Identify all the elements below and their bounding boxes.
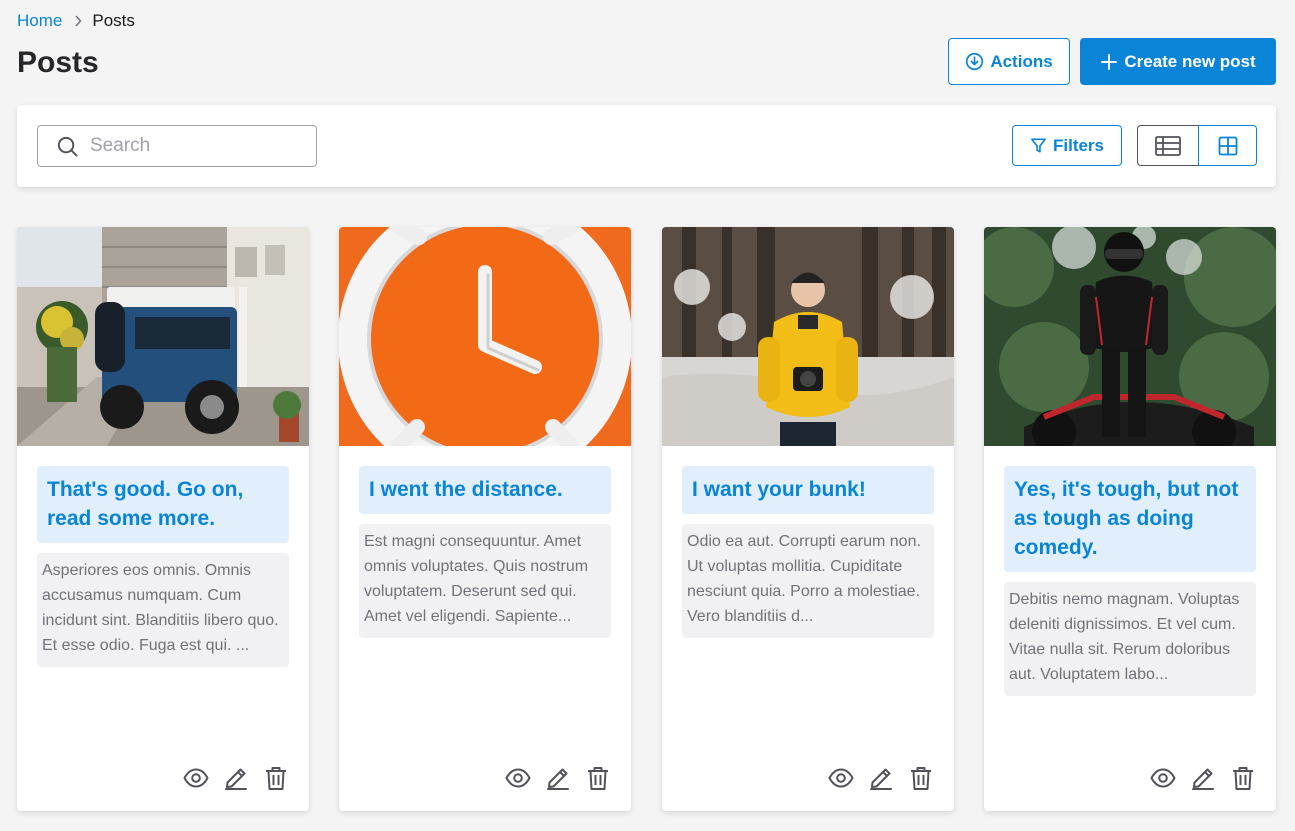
pencil-edit-icon[interactable] bbox=[545, 765, 571, 791]
eye-icon[interactable] bbox=[505, 765, 531, 791]
list-view-button[interactable] bbox=[1137, 125, 1198, 166]
breadcrumb-current: Posts bbox=[92, 11, 135, 30]
view-mode-toggle bbox=[1137, 125, 1257, 166]
filters-button[interactable]: Filters bbox=[1012, 125, 1122, 166]
page-title: Posts bbox=[17, 46, 99, 79]
post-excerpt: Odio ea aut. Corrupti earum non. Ut volu… bbox=[682, 524, 934, 638]
pencil-edit-icon[interactable] bbox=[868, 765, 894, 791]
create-new-post-button[interactable]: Create new post bbox=[1080, 38, 1276, 85]
eye-icon[interactable] bbox=[183, 765, 209, 791]
eye-icon[interactable] bbox=[828, 765, 854, 791]
post-actions bbox=[1150, 765, 1256, 791]
post-actions bbox=[505, 765, 611, 791]
plus-icon bbox=[1100, 53, 1118, 71]
post-actions bbox=[183, 765, 289, 791]
trash-icon[interactable] bbox=[585, 765, 611, 791]
download-circle-icon bbox=[965, 52, 984, 71]
post-card[interactable]: I want your bunk! Odio ea aut. Corrupti … bbox=[662, 227, 954, 811]
search-box[interactable] bbox=[37, 125, 317, 167]
post-card[interactable]: Yes, it's tough, but not as tough as doi… bbox=[984, 227, 1276, 811]
post-actions bbox=[828, 765, 934, 791]
actions-button[interactable]: Actions bbox=[948, 38, 1070, 85]
post-image-jeep bbox=[17, 227, 309, 446]
post-title[interactable]: Yes, it's tough, but not as tough as doi… bbox=[1004, 466, 1256, 572]
post-excerpt: Est magni consequuntur. Amet omnis volup… bbox=[359, 524, 611, 638]
table-list-icon bbox=[1155, 135, 1181, 156]
post-excerpt: Asperiores eos omnis. Omnis accusamus nu… bbox=[37, 553, 289, 667]
post-title[interactable]: I went the distance. bbox=[359, 466, 611, 514]
trash-icon[interactable] bbox=[908, 765, 934, 791]
pencil-edit-icon[interactable] bbox=[1190, 765, 1216, 791]
filter-funnel-icon bbox=[1030, 137, 1047, 154]
chevron-right-icon bbox=[74, 15, 82, 27]
search-input[interactable] bbox=[90, 135, 300, 157]
actions-button-label: Actions bbox=[990, 51, 1053, 71]
trash-icon[interactable] bbox=[1230, 765, 1256, 791]
create-new-post-label: Create new post bbox=[1124, 51, 1256, 71]
post-title[interactable]: That's good. Go on, read some more. bbox=[37, 466, 289, 543]
filters-button-label: Filters bbox=[1052, 135, 1105, 155]
post-image-forest-man bbox=[662, 227, 954, 446]
post-image-motorcycle bbox=[984, 227, 1276, 446]
grid-icon bbox=[1218, 136, 1238, 156]
trash-icon[interactable] bbox=[263, 765, 289, 791]
breadcrumb-home-link[interactable]: Home bbox=[17, 11, 62, 31]
post-card[interactable]: I went the distance. Est magni consequun… bbox=[339, 227, 631, 811]
post-excerpt: Debitis nemo magnam. Voluptas deleniti d… bbox=[1004, 582, 1256, 696]
search-icon bbox=[56, 135, 79, 158]
toolbar: Filters bbox=[17, 105, 1276, 187]
post-card[interactable]: That's good. Go on, read some more. Aspe… bbox=[17, 227, 309, 811]
post-title[interactable]: I want your bunk! bbox=[682, 466, 934, 514]
grid-view-button[interactable] bbox=[1198, 125, 1257, 166]
pencil-edit-icon[interactable] bbox=[223, 765, 249, 791]
breadcrumb: Home Posts bbox=[17, 11, 135, 31]
post-image-clock bbox=[339, 227, 631, 446]
eye-icon[interactable] bbox=[1150, 765, 1176, 791]
